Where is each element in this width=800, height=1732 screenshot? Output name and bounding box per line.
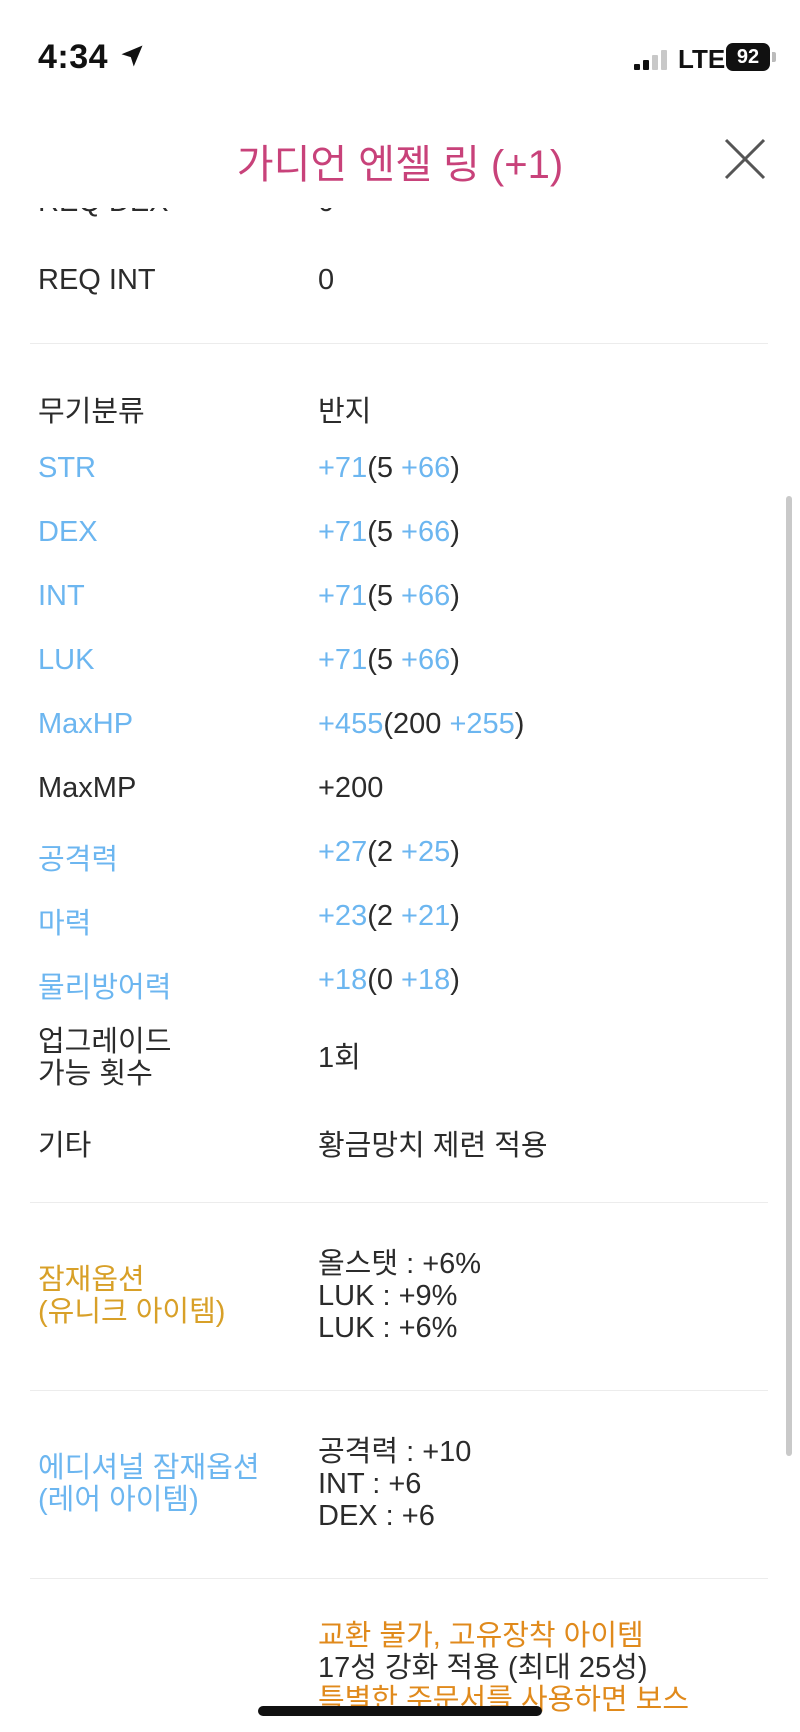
int-close: ) (450, 580, 460, 612)
status-bar: 4:34 LTE 92 (0, 0, 800, 100)
dex-total: +71 (318, 516, 368, 548)
req-int-label: REQ INT (38, 264, 156, 296)
potential-line: LUK : +9% (318, 1280, 458, 1312)
maxhp-close: ) (514, 708, 525, 740)
battery-level: 92 (736, 46, 760, 68)
luk-close: ) (450, 644, 460, 676)
str-base: (5 (367, 452, 402, 484)
upgrades-label-line1: 업그레이드 (38, 1026, 172, 1058)
etc-label: 기타 (38, 1130, 92, 1162)
dex-bonus: +66 (401, 516, 451, 548)
dex-close: ) (450, 516, 460, 548)
potential-line: LUK : +6% (318, 1312, 458, 1344)
signal-icon (634, 48, 670, 70)
defense-base: (0 (367, 964, 402, 996)
maxmp-label: MaxMP (38, 772, 137, 804)
potential-label-line2: (유니크 아이템) (38, 1296, 226, 1328)
int-value: +71(5 +66) (318, 580, 758, 613)
magic-total: +23 (318, 900, 368, 932)
maxhp-base: (200 (383, 708, 450, 740)
luk-label: LUK (38, 644, 95, 676)
category-value: 반지 (318, 396, 372, 428)
magic-label: 마력 (38, 908, 92, 940)
attack-label: 공격력 (38, 844, 119, 876)
attack-bonus: +25 (401, 836, 451, 868)
additional-potential-values: 공격력 : +10 INT : +6 DEX : +6 (318, 1436, 758, 1532)
item-detail-content: REQ DEX 0 REQ INT 0 무기분류 반지 STR +71(5 +6… (0, 0, 800, 1732)
scrollbar[interactable] (786, 496, 792, 1456)
divider (30, 1390, 768, 1391)
additional-potential-label: 에디셔널 잠재옵션 (레어 아이템) (38, 1452, 308, 1516)
luk-base: (5 (367, 644, 402, 676)
str-close: ) (450, 452, 460, 484)
status-time: 4:34 (38, 38, 109, 76)
maxhp-total: +455 (318, 708, 384, 740)
defense-total: +18 (318, 964, 368, 996)
divider (30, 1578, 768, 1579)
etc-value: 황금망치 제련 적용 (318, 1130, 548, 1162)
maxhp-value: +455(200 +255) (318, 708, 758, 741)
int-label: INT (38, 580, 85, 612)
magic-bonus: +21 (401, 900, 451, 932)
attack-value: +27(2 +25) (318, 836, 758, 869)
untradeable-note: 교환 불가, 고유장착 아이템 (318, 1620, 644, 1652)
str-value: +71(5 +66) (318, 452, 758, 485)
battery-tip (772, 52, 776, 62)
upgrades-label-line2: 가능 횟수 (38, 1058, 153, 1090)
potential-label-line1: 잠재옵션 (38, 1264, 145, 1296)
maxhp-bonus: +255 (449, 708, 515, 740)
additional-potential-line: 공격력 : +10 (318, 1436, 472, 1468)
str-label: STR (38, 452, 96, 484)
additional-potential-label-line2: (레어 아이템) (38, 1484, 199, 1516)
attack-total: +27 (318, 836, 368, 868)
battery-icon: 92 (726, 43, 770, 71)
divider (30, 343, 768, 344)
notes-values: 교환 불가, 고유장착 아이템 17성 강화 적용 (최대 25성) 특별한 주… (318, 1620, 758, 1716)
defense-label: 물리방어력 (38, 972, 172, 1004)
luk-bonus: +66 (401, 644, 451, 676)
magic-close: ) (450, 900, 460, 932)
int-bonus: +66 (401, 580, 451, 612)
luk-total: +71 (318, 644, 368, 676)
potential-line: 올스탯 : +6% (318, 1248, 482, 1280)
starforce-note: 17성 강화 적용 (최대 25성) (318, 1652, 648, 1684)
defense-value: +18(0 +18) (318, 964, 758, 997)
req-int-value: 0 (318, 264, 335, 296)
defense-close: ) (450, 964, 460, 996)
dex-value: +71(5 +66) (318, 516, 758, 549)
int-base: (5 (367, 580, 402, 612)
maxhp-label: MaxHP (38, 708, 134, 740)
additional-potential-line: DEX : +6 (318, 1500, 435, 1532)
category-label: 무기분류 (38, 396, 145, 428)
potential-values: 올스탯 : +6% LUK : +9% LUK : +6% (318, 1248, 758, 1344)
additional-potential-label-line1: 에디셔널 잠재옵션 (38, 1452, 260, 1484)
magic-base: (2 (367, 900, 402, 932)
close-icon[interactable] (722, 136, 768, 182)
attack-close: ) (450, 836, 460, 868)
divider (30, 1202, 768, 1203)
upgrades-label: 업그레이드 가능 횟수 (38, 1026, 308, 1090)
additional-potential-line: INT : +6 (318, 1468, 422, 1500)
modal-header: 가디언 엔젤 링 (+1) (0, 108, 800, 208)
maxmp-value: +200 (318, 772, 384, 804)
dex-base: (5 (367, 516, 402, 548)
str-bonus: +66 (401, 452, 451, 484)
network-label: LTE (678, 44, 726, 74)
defense-bonus: +18 (401, 964, 451, 996)
potential-label: 잠재옵션 (유니크 아이템) (38, 1264, 308, 1328)
str-total: +71 (318, 452, 368, 484)
item-title: 가디언 엔젤 링 (+1) (236, 143, 564, 187)
dex-label: DEX (38, 516, 98, 548)
luk-value: +71(5 +66) (318, 644, 758, 677)
int-total: +71 (318, 580, 368, 612)
magic-value: +23(2 +21) (318, 900, 758, 933)
home-indicator[interactable] (258, 1706, 542, 1716)
location-arrow-icon (121, 45, 143, 67)
upgrades-value: 1회 (318, 1042, 361, 1074)
attack-base: (2 (367, 836, 402, 868)
